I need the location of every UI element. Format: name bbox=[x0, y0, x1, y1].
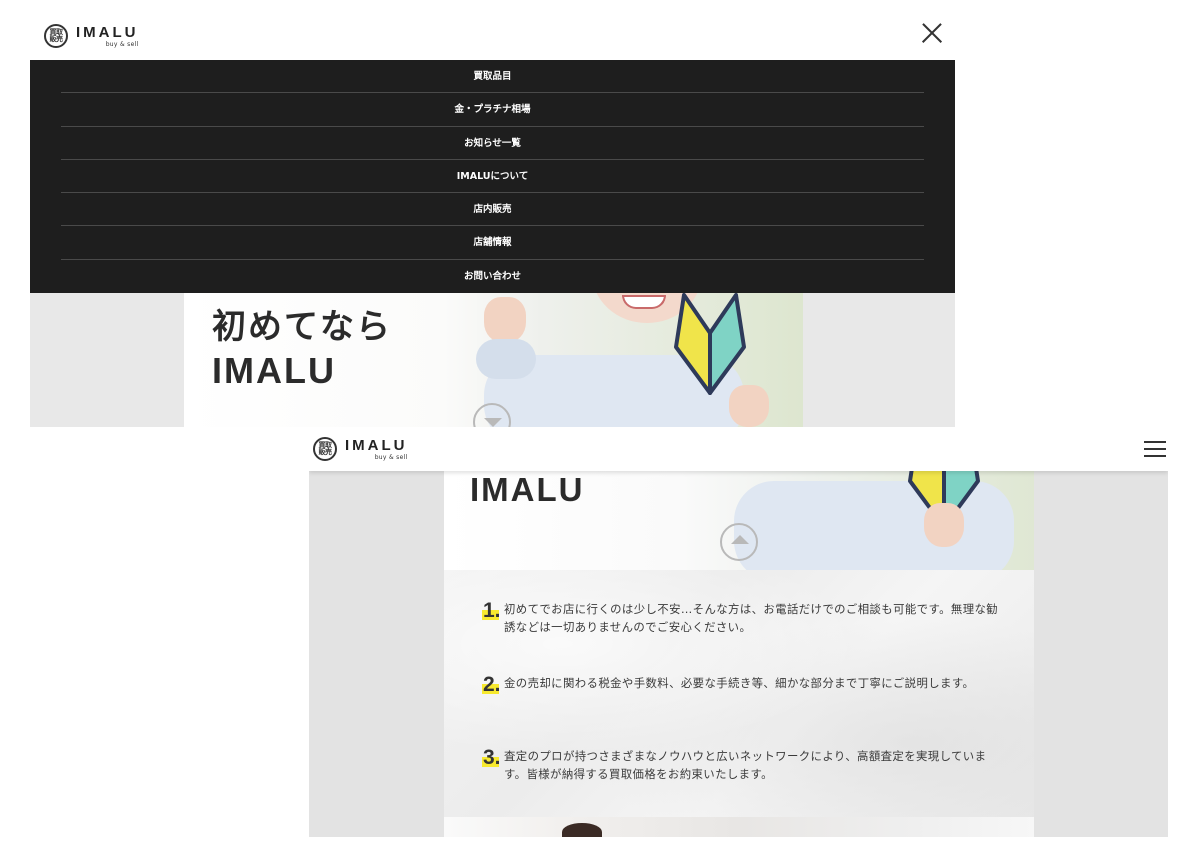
hero-title-line2: IMALU bbox=[470, 471, 585, 508]
hero-banner: IMALU bbox=[444, 471, 1034, 570]
reasons-section: 1. 初めてでお店に行くのは少し不安…そんな方は、お電話だけでのご相談も可能です… bbox=[444, 570, 1034, 817]
logo-mark: 買取 販売 bbox=[313, 437, 337, 461]
list-item: 3. 査定のプロが持つさまざまなノウハウと広いネットワークにより、高額査定を実現… bbox=[482, 746, 1003, 783]
point-number: 1. bbox=[482, 599, 501, 622]
list-item: 1. 初めてでお店に行くのは少し不安…そんな方は、お電話だけでのご相談も可能です… bbox=[482, 599, 1003, 636]
chevron-down-icon bbox=[484, 418, 502, 427]
next-section-image bbox=[444, 817, 1034, 837]
menu-item-gold-platinum-prices[interactable]: 金・プラチナ相場 bbox=[61, 93, 924, 127]
menu-item-contact[interactable]: お問い合わせ bbox=[61, 260, 924, 293]
logo-name: IMALU bbox=[76, 23, 139, 41]
menu-item-store-sales[interactable]: 店内販売 bbox=[61, 193, 924, 227]
menu-item-buy-items[interactable]: 買取品目 bbox=[61, 60, 924, 94]
site-logo[interactable]: 買取 販売 IMALU buy & sell bbox=[44, 24, 139, 48]
global-menu: 買取品目 金・プラチナ相場 お知らせ一覧 IMALUについて 店内販売 店舗情報… bbox=[30, 60, 955, 293]
point-text: 査定のプロが持つさまざまなノウハウと広いネットワークにより、高額査定を実現してい… bbox=[504, 749, 987, 781]
scrolled-page-screenshot: 買取 販売 IMALU buy & sell IMALU 1. 初めてでお店に行… bbox=[309, 427, 1168, 837]
scroll-up-button[interactable] bbox=[720, 523, 758, 561]
close-icon[interactable] bbox=[921, 22, 943, 44]
site-header: 買取 販売 IMALU buy & sell bbox=[30, 0, 955, 60]
logo-name: IMALU bbox=[345, 436, 408, 454]
point-number: 3. bbox=[482, 746, 501, 769]
site-logo[interactable]: 買取 販売 IMALU buy & sell bbox=[313, 437, 408, 461]
point-text: 初めてでお店に行くのは少し不安…そんな方は、お電話だけでのご相談も可能です。無理… bbox=[504, 602, 999, 634]
logo-tagline: buy & sell bbox=[374, 453, 408, 461]
menu-open-screenshot: 買取 販売 IMALU buy & sell 買取品目 金・プラチナ相場 お知らせ… bbox=[30, 0, 955, 427]
logo-tagline: buy & sell bbox=[105, 40, 139, 48]
logo-mark: 買取 販売 bbox=[44, 24, 68, 48]
hero-title-line1: 初めてなら bbox=[212, 307, 392, 347]
hero-title-line2: IMALU bbox=[212, 350, 336, 391]
list-item: 2. 金の売却に関わる税金や手数料、必要な手続き等、細かな部分まで丁寧にご説明し… bbox=[482, 673, 1003, 696]
menu-item-store-info[interactable]: 店舗情報 bbox=[61, 226, 924, 260]
menu-item-about[interactable]: IMALUについて bbox=[61, 160, 924, 194]
hero-banner: 初めてなら IMALU bbox=[184, 293, 803, 427]
menu-item-news[interactable]: お知らせ一覧 bbox=[61, 127, 924, 160]
point-text: 金の売却に関わる税金や手数料、必要な手続き等、細かな部分まで丁寧にご説明します。 bbox=[504, 676, 975, 690]
point-number: 2. bbox=[482, 673, 501, 696]
chevron-up-icon bbox=[731, 535, 749, 544]
site-header: 買取 販売 IMALU buy & sell bbox=[309, 427, 1168, 471]
hamburger-icon[interactable] bbox=[1144, 441, 1166, 458]
